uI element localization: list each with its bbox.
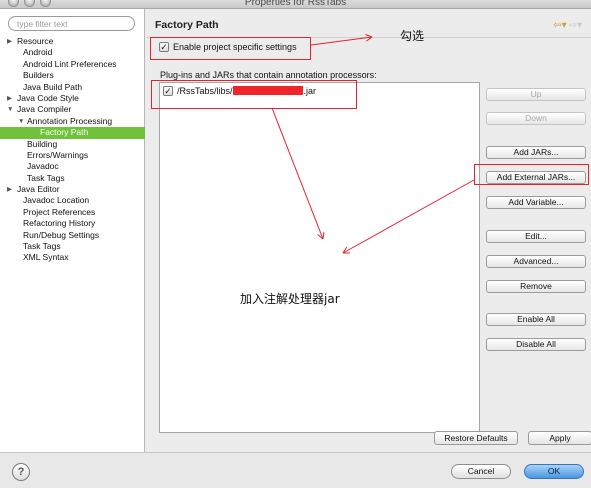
dialog-footer: ? Cancel OK	[0, 452, 591, 488]
preferences-tree-panel: ▶ResourceAndroidAndroid Lint Preferences…	[0, 9, 145, 452]
tree-item[interactable]: ▶ Java Code Style	[0, 93, 145, 104]
factory-path-page: Factory Path ⇦▾ ⇨▾ ✓ Enable project spec…	[146, 9, 591, 452]
tree-item-label: Javadoc	[27, 161, 59, 172]
check-note: 勾选	[400, 29, 425, 43]
history-nav: ⇦▾ ⇨▾	[553, 20, 582, 31]
tree-item-label: Java Build Path	[23, 81, 83, 92]
tree-item-label: Annotation Processing	[27, 115, 113, 126]
up-button[interactable]: Up	[486, 88, 586, 101]
enable-all-button[interactable]: Enable All	[486, 313, 586, 326]
tree-item-label: Java Editor	[17, 184, 60, 195]
tree-item[interactable]: Task Tags	[0, 241, 145, 252]
tree-item[interactable]: Javadoc	[0, 161, 145, 172]
tree-item[interactable]: Project References	[0, 207, 145, 218]
jar-list[interactable]: ✓ /RssTabs/libs/.jar	[159, 82, 480, 433]
collapsed-arrow-icon[interactable]: ▶	[7, 184, 15, 195]
add-processor-note: 加入注解处理器jar	[240, 292, 340, 306]
tree-item-label: Resource	[17, 36, 54, 46]
tree-item[interactable]: Refactoring History	[0, 218, 145, 229]
tree-item-label: XML Syntax	[23, 252, 69, 263]
tree-item[interactable]: Android Lint Preferences	[0, 59, 145, 70]
tree-item-label: Refactoring History	[23, 218, 96, 229]
tree-item[interactable]: Errors/Warnings	[0, 150, 145, 161]
add-external-jars-highlight	[474, 164, 589, 185]
add-jars-button[interactable]: Add JARs...	[486, 146, 586, 159]
tree-item-label: Java Code Style	[17, 92, 79, 103]
tree-item-label: Run/Debug Settings	[23, 229, 100, 240]
tree-item[interactable]: Builders	[0, 70, 145, 81]
ok-button[interactable]: OK	[524, 464, 584, 479]
tree-item-label: Project References	[23, 206, 96, 217]
tree-item[interactable]: Android	[0, 47, 145, 58]
expanded-arrow-icon[interactable]: ▼	[7, 104, 15, 115]
tree-item[interactable]: Java Build Path	[0, 82, 145, 93]
tree-item-label: Factory Path	[40, 127, 89, 138]
tree-item[interactable]: Run/Debug Settings	[0, 230, 145, 241]
tree-item[interactable]: Building	[0, 139, 145, 150]
add-variable-button[interactable]: Add Variable...	[486, 196, 586, 209]
cancel-button[interactable]: Cancel	[451, 464, 511, 479]
tree-item-label: Android	[23, 47, 53, 58]
forward-arrow-icon[interactable]: ⇨▾	[569, 20, 582, 31]
window-title: Properties for RssTabs	[244, 0, 347, 8]
tree-item[interactable]: Javadoc Location	[0, 195, 145, 206]
title-bar: Properties for RssTabs	[0, 0, 591, 9]
edit-button[interactable]: Edit...	[486, 230, 586, 243]
tree-item[interactable]: ▶ Resource	[0, 36, 145, 47]
tree-item[interactable]: ▼ Annotation Processing	[0, 116, 145, 127]
tree-item-label: Android Lint Preferences	[23, 58, 117, 69]
tree-item-label: Building	[27, 138, 58, 149]
enable-settings-highlight	[150, 37, 311, 60]
apply-button[interactable]: Apply	[528, 431, 591, 445]
tree-item-label: Task Tags	[27, 172, 65, 183]
tree-item-label: Javadoc Location	[23, 195, 90, 206]
help-icon[interactable]: ?	[12, 463, 30, 481]
page-title: Factory Path	[155, 19, 219, 31]
collapsed-arrow-icon[interactable]: ▶	[7, 36, 15, 47]
remove-button[interactable]: Remove	[486, 280, 586, 293]
tree-item-label: Task Tags	[23, 241, 61, 252]
collapsed-arrow-icon[interactable]: ▶	[7, 93, 15, 104]
tree-item[interactable]: XML Syntax	[0, 252, 145, 263]
tree-item[interactable]: Factory Path	[0, 127, 145, 139]
tree-item[interactable]: Task Tags	[0, 173, 145, 184]
tree-item[interactable]: ▼ Java Compiler	[0, 104, 145, 115]
tree-item-label: Java Compiler	[17, 104, 72, 115]
tree-item[interactable]: ▶ Java Editor	[0, 184, 145, 195]
filter-input[interactable]	[8, 16, 135, 31]
jar-row-highlight	[151, 80, 357, 109]
restore-defaults-button[interactable]: Restore Defaults	[434, 431, 518, 445]
advanced-button[interactable]: Advanced...	[486, 255, 586, 268]
preferences-tree: ▶ Resource Android Android Lint Preferences…	[0, 36, 145, 264]
tree-item-label: Builders	[23, 70, 54, 81]
down-button[interactable]: Down	[486, 112, 586, 125]
disable-all-button[interactable]: Disable All	[486, 338, 586, 351]
jar-list-label: Plug-ins and JARs that contain annotatio…	[160, 70, 377, 80]
expanded-arrow-icon[interactable]: ▼	[18, 116, 26, 127]
tree-item-label: Errors/Warnings	[27, 149, 89, 160]
back-arrow-icon[interactable]: ⇦▾	[553, 20, 566, 31]
